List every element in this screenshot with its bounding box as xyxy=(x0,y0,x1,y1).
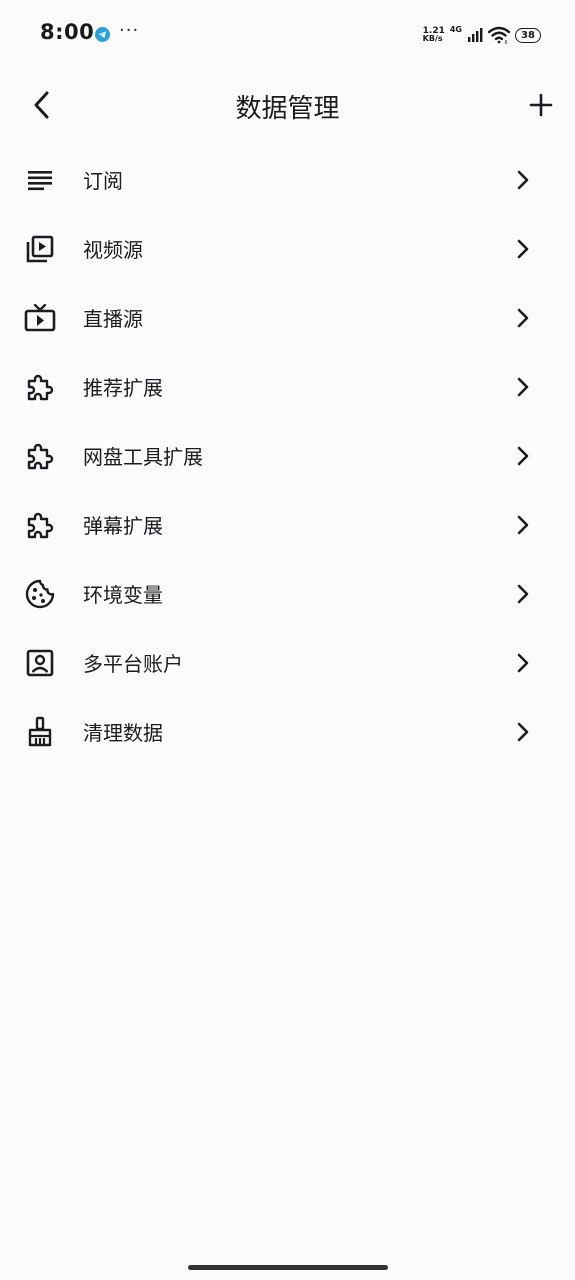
list-item-cloud-drive-extension[interactable]: 网盘工具扩展 xyxy=(0,421,575,490)
list-item-label: 订阅 xyxy=(83,169,123,193)
chevron-right-icon xyxy=(513,168,533,192)
signal-icon xyxy=(468,28,483,42)
list-item-subscription[interactable]: 订阅 xyxy=(0,145,575,214)
app-bar: 数据管理 xyxy=(0,70,575,140)
list-item-environment-variables[interactable]: 环境变量 xyxy=(0,559,575,628)
chevron-right-icon xyxy=(513,375,533,399)
video-library-icon xyxy=(24,233,56,265)
network-type: 4G xyxy=(449,25,462,34)
status-time: 8:00 xyxy=(40,20,95,44)
network-speed-unit: KB/s xyxy=(422,34,443,43)
puzzle-icon xyxy=(24,371,56,403)
chevron-right-icon xyxy=(513,513,533,537)
list-item-danmaku-extension[interactable]: 弹幕扩展 xyxy=(0,490,575,559)
puzzle-icon xyxy=(24,509,56,541)
live-tv-icon xyxy=(24,302,56,334)
list-item-recommend-extension[interactable]: 推荐扩展 xyxy=(0,352,575,421)
wifi-icon: 6 xyxy=(488,26,510,44)
chevron-right-icon xyxy=(513,582,533,606)
chevron-right-icon xyxy=(513,237,533,261)
list-item-label: 推荐扩展 xyxy=(83,376,163,400)
list-item-live-source[interactable]: 直播源 xyxy=(0,283,575,352)
chevron-right-icon xyxy=(513,720,533,744)
gesture-nav-handle[interactable] xyxy=(188,1265,388,1270)
account-box-icon xyxy=(24,647,56,679)
svg-text:6: 6 xyxy=(505,40,508,44)
status-bar: 8:00 ··· 1.21 KB/s 4G 6 38 xyxy=(0,0,575,70)
puzzle-icon xyxy=(24,440,56,472)
chevron-right-icon xyxy=(513,306,533,330)
list-item-label: 弹幕扩展 xyxy=(83,514,163,538)
list-item-label: 清理数据 xyxy=(83,721,163,745)
list-item-label: 直播源 xyxy=(83,307,143,331)
list-item-label: 网盘工具扩展 xyxy=(83,445,203,469)
cookie-icon xyxy=(24,578,56,610)
list-item-label: 多平台账户 xyxy=(83,652,183,676)
list-item-label: 环境变量 xyxy=(83,583,163,607)
chevron-right-icon xyxy=(513,651,533,675)
battery-indicator: 38 xyxy=(515,27,541,43)
data-management-list: 订阅 视频源 直播源 推荐扩展 网盘工具扩展 弹幕扩展 环境变量 多平台账户 清… xyxy=(0,145,575,766)
plus-icon xyxy=(529,93,553,117)
list-item-multi-platform-accounts[interactable]: 多平台账户 xyxy=(0,628,575,697)
status-right-group: 1.21 KB/s 4G 6 38 xyxy=(423,24,541,46)
list-item-video-source[interactable]: 视频源 xyxy=(0,214,575,283)
chevron-right-icon xyxy=(513,444,533,468)
broom-icon xyxy=(24,716,56,748)
more-notifications-icon: ··· xyxy=(119,20,140,41)
network-speed: 1.21 KB/s xyxy=(423,27,445,43)
list-lines-icon xyxy=(24,164,56,196)
list-item-label: 视频源 xyxy=(83,238,143,262)
page-title: 数据管理 xyxy=(235,94,340,124)
add-button[interactable] xyxy=(521,85,561,125)
telegram-icon xyxy=(95,27,110,42)
list-item-clear-data[interactable]: 清理数据 xyxy=(0,697,575,766)
